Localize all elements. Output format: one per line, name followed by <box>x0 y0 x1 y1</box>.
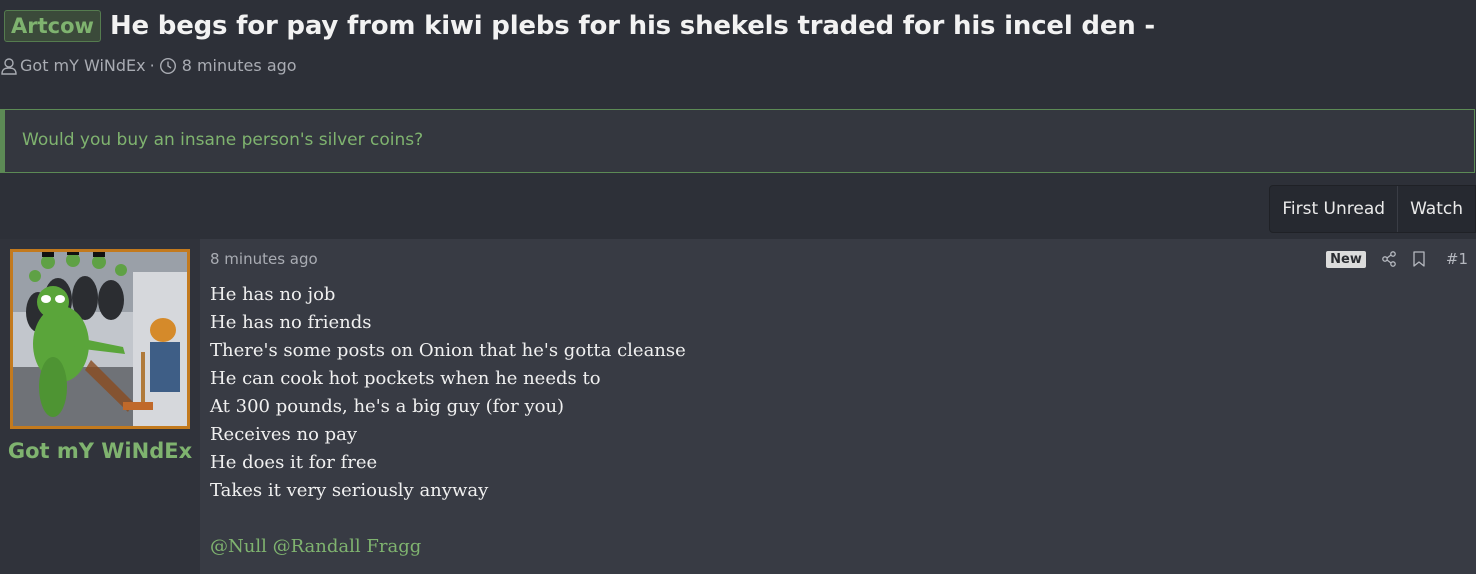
post-line: He has no job <box>210 284 336 305</box>
user-icon <box>0 57 18 75</box>
post-line: There's some posts on Onion that he's go… <box>210 340 686 361</box>
thread-header: Artcow He begs for pay from kiwi plebs f… <box>0 0 1476 108</box>
notice-text: Would you buy an insane person's silver … <box>22 130 424 150</box>
post-line: Receives no pay <box>210 424 358 445</box>
thread-button-group: First Unread Watch <box>1269 185 1476 233</box>
share-icon[interactable] <box>1381 251 1397 267</box>
avatar[interactable] <box>10 249 190 429</box>
thread-meta: Got mY WiNdEx · 8 minutes ago <box>0 56 297 75</box>
bookmark-icon[interactable] <box>1412 251 1426 267</box>
post-line: He can cook hot pockets when he needs to <box>210 368 601 389</box>
first-unread-button[interactable]: First Unread <box>1270 186 1397 232</box>
post: Got mY WiNdEx 8 minutes ago New #1 He ha… <box>0 239 1476 574</box>
post-line: He has no friends <box>210 312 372 333</box>
post-actions: New #1 <box>1326 250 1468 268</box>
post-number-link[interactable]: #1 <box>1446 250 1468 268</box>
thread-time[interactable]: 8 minutes ago <box>182 56 297 75</box>
post-username[interactable]: Got mY WiNdEx <box>0 439 200 463</box>
thread-author-link[interactable]: Got mY WiNdEx <box>20 56 146 75</box>
post-line: At 300 pounds, he's a big guy (for you) <box>210 396 565 417</box>
post-line: Takes it very seriously anyway <box>210 480 489 501</box>
post-user-cell: Got mY WiNdEx <box>0 239 200 574</box>
avatar-image <box>13 252 187 426</box>
post-date[interactable]: 8 minutes ago <box>210 250 318 268</box>
thread-notice: Would you buy an insane person's silver … <box>0 109 1475 173</box>
meta-separator: · <box>149 56 155 75</box>
post-body: He has no job He has no friends There's … <box>210 281 686 505</box>
title-row: Artcow He begs for pay from kiwi plebs f… <box>4 10 1155 42</box>
new-badge: New <box>1326 250 1366 268</box>
mention-randall-fragg[interactable]: @Randall Fragg <box>273 536 422 557</box>
thread-prefix-label[interactable]: Artcow <box>4 10 101 42</box>
clock-icon <box>159 57 177 75</box>
thread-title: He begs for pay from kiwi plebs for his … <box>109 11 1156 41</box>
post-mentions: @Null @Randall Fragg <box>210 533 421 561</box>
watch-button[interactable]: Watch <box>1397 186 1475 232</box>
mention-null[interactable]: @Null <box>210 536 267 557</box>
post-line: He does it for free <box>210 452 378 473</box>
